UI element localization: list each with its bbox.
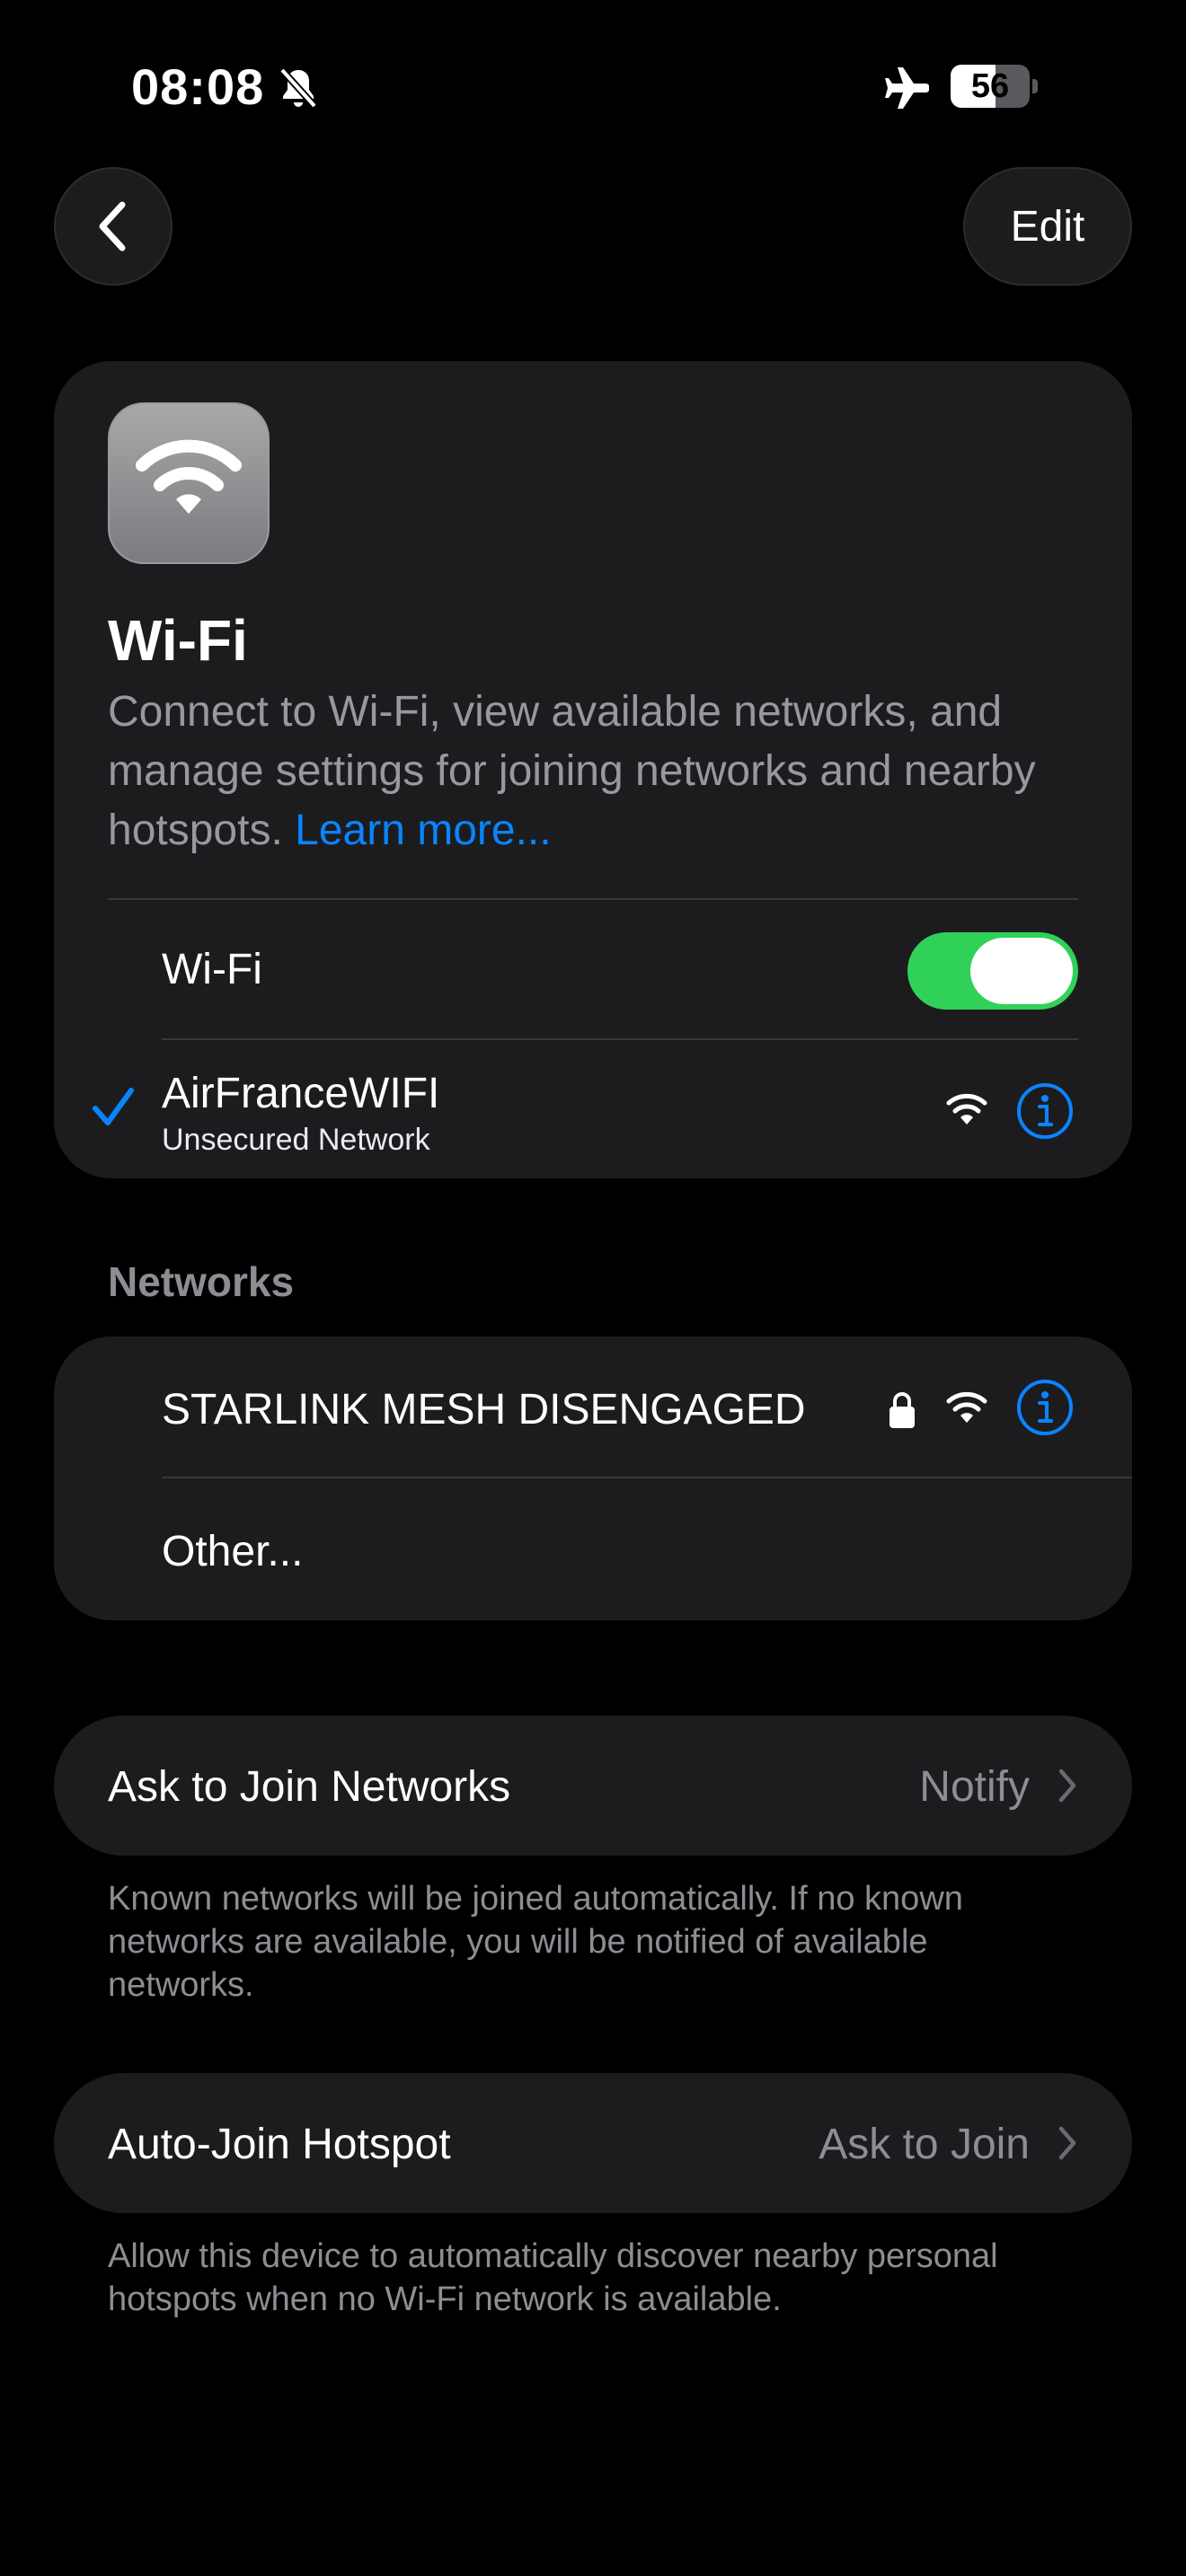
auto-join-hotspot-value: Ask to Join <box>819 2121 1030 2168</box>
battery-icon: 56 <box>951 65 1039 108</box>
wifi-signal-icon <box>945 1092 988 1133</box>
chevron-right-icon <box>1057 1768 1078 1808</box>
divider <box>108 898 1078 900</box>
wifi-app-icon <box>108 402 270 564</box>
info-icon[interactable] <box>1015 1378 1075 1442</box>
networks-card <box>54 1337 1132 1620</box>
ask-to-join-footnote: Known networks will be joined automatica… <box>108 1880 963 2004</box>
ask-to-join-value: Notify <box>919 1763 1030 1811</box>
wifi-signal-icon <box>945 1390 988 1431</box>
toggle-knob <box>970 938 1073 1004</box>
edit-button[interactable]: Edit <box>963 167 1132 286</box>
wifi-description: Connect to Wi-Fi, view available network… <box>108 683 1096 860</box>
airplane-icon <box>882 63 933 113</box>
bell-slash-icon <box>277 66 320 110</box>
auto-join-hotspot-label: Auto-Join Hotspot <box>108 2121 451 2168</box>
connected-network-subtitle: Unsecured Network <box>162 1123 430 1157</box>
chevron-left-icon <box>99 201 126 251</box>
chevron-right-icon <box>1057 2125 1078 2166</box>
wifi-icon <box>136 439 242 514</box>
checkmark-icon <box>90 1083 137 1134</box>
info-icon[interactable] <box>1015 1081 1075 1145</box>
divider <box>162 1038 1078 1040</box>
wifi-toggle[interactable] <box>907 932 1078 1010</box>
lock-icon <box>888 1390 916 1434</box>
learn-more-link[interactable]: Learn more... <box>295 807 551 854</box>
network-item-other[interactable]: Other... <box>162 1527 303 1576</box>
ask-to-join-label: Ask to Join Networks <box>108 1763 511 1811</box>
page-title: Wi-Fi <box>108 608 248 673</box>
back-button[interactable] <box>54 167 173 286</box>
divider <box>162 1477 1132 1478</box>
networks-section-header: Networks <box>108 1258 295 1305</box>
description-text: Connect to Wi-Fi, view available network… <box>108 688 1036 854</box>
battery-level: 56 <box>970 66 1010 105</box>
connected-network-name[interactable]: AirFranceWIFI <box>162 1069 439 1118</box>
wifi-toggle-label: Wi-Fi <box>162 946 262 993</box>
network-item-starlink[interactable]: STARLINK MESH DISENGAGED <box>162 1385 806 1434</box>
auto-join-hotspot-footnote: Allow this device to automatically disco… <box>108 2237 998 2318</box>
status-time: 08:08 <box>131 58 265 115</box>
